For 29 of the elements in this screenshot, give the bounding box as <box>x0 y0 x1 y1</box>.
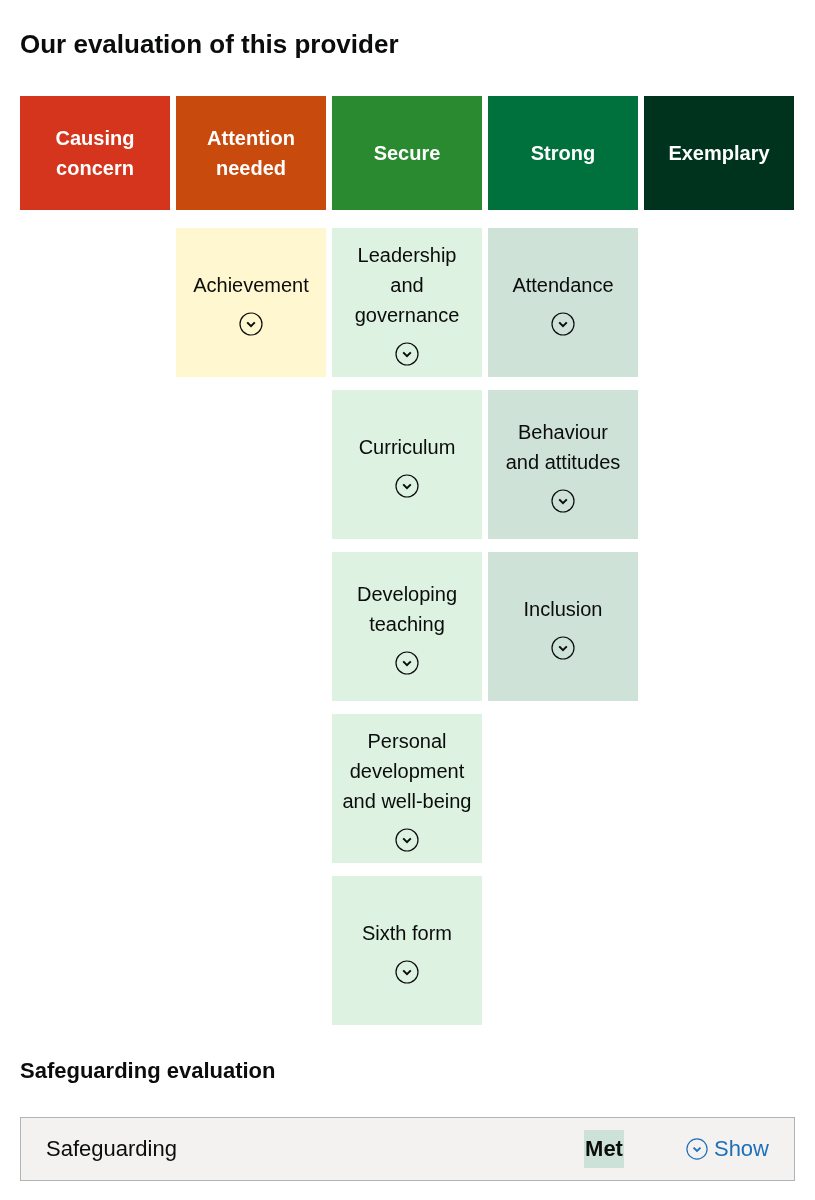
chevron-circle-icon <box>395 650 419 675</box>
grade-header: Exemplary <box>644 96 794 210</box>
chevron-circle-icon <box>395 959 419 984</box>
area-card[interactable]: Behaviour and attitudes <box>488 390 638 539</box>
area-card[interactable]: Attendance <box>488 228 638 377</box>
grade-header: Causing concern <box>20 96 170 210</box>
grade-header: Strong <box>488 96 638 210</box>
chevron-circle-icon <box>395 827 419 852</box>
section-heading: Safeguarding evaluation <box>20 1057 277 1085</box>
area-card[interactable]: Curriculum <box>332 390 482 539</box>
chevron-circle-icon <box>551 488 575 513</box>
area-card[interactable]: Achievement <box>176 228 326 377</box>
status-tag: Met <box>584 1130 624 1168</box>
area-card[interactable]: Inclusion <box>488 552 638 701</box>
chevron-circle-icon <box>395 341 419 366</box>
page-title: Our evaluation of this provider <box>20 28 400 61</box>
area-card[interactable]: Personal development and well-being <box>332 714 482 863</box>
chevron-circle-icon <box>685 1138 708 1160</box>
grade-header: Secure <box>332 96 482 210</box>
show-link[interactable]: Show <box>685 1136 769 1162</box>
row-label: Safeguarding <box>46 1136 178 1162</box>
area-card[interactable]: Sixth form <box>332 876 482 1025</box>
chevron-circle-icon <box>551 311 575 336</box>
chevron-circle-icon <box>239 311 263 336</box>
chevron-circle-icon <box>551 635 575 660</box>
grade-header: Attention needed <box>176 96 326 210</box>
area-card[interactable]: Developing teaching <box>332 552 482 701</box>
area-card[interactable]: Leadership and governance <box>332 228 482 377</box>
chevron-circle-icon <box>395 473 419 498</box>
